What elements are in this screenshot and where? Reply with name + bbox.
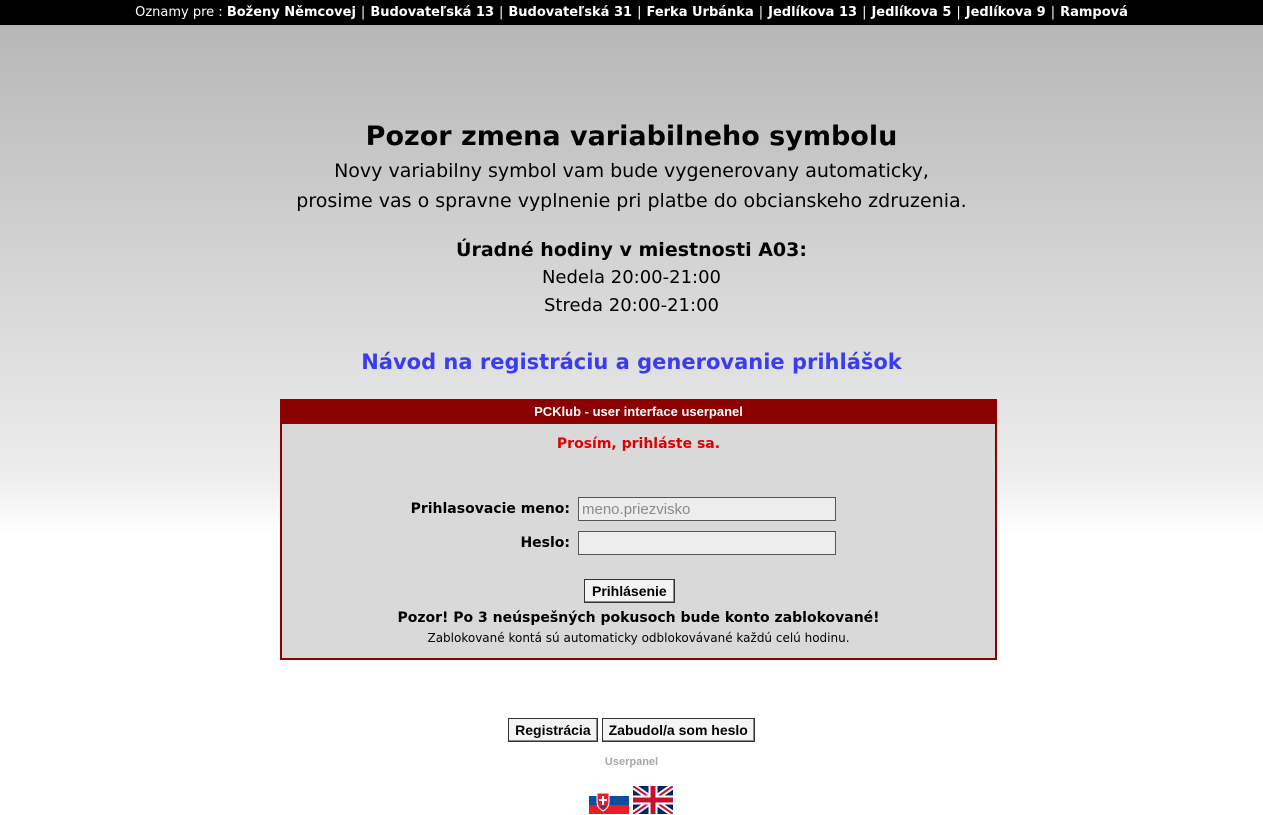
building-link[interactable]: Rampová — [1060, 5, 1128, 20]
flag-uk-icon[interactable] — [633, 786, 673, 814]
separator: | — [499, 5, 504, 20]
flag-slovakia-icon[interactable] — [589, 786, 629, 814]
footer-label: Userpanel — [604, 756, 659, 768]
password-label: Heslo: — [520, 535, 570, 551]
language-switcher — [589, 786, 675, 814]
register-button[interactable]: Registrácia — [508, 718, 598, 742]
username-input[interactable] — [578, 497, 836, 521]
building-link[interactable]: Budovateľská 13 — [370, 5, 494, 20]
building-link[interactable]: Ferka Urbánka — [646, 5, 753, 20]
separator: | — [862, 5, 867, 20]
login-button[interactable]: Prihlásenie — [584, 579, 675, 603]
login-panel-header: PCKlub - user interface userpanel — [282, 401, 995, 424]
office-hours-slot: Streda 20:00-21:00 — [544, 295, 719, 316]
registration-guide-link[interactable]: Návod na registráciu a generovanie prihl… — [0, 350, 1263, 374]
separator: | — [1050, 5, 1056, 20]
login-prompt-message: Prosím, prihláste sa. — [556, 436, 721, 452]
forgot-password-button[interactable]: Zabudol/a som heslo — [601, 718, 755, 742]
announcement-prefix: Oznamy pre : — [135, 5, 223, 20]
notice-line-2: prosime vas o spravne vyplnenie pri plat… — [296, 190, 967, 212]
announcement-bar: Oznamy pre : Boženy Němcovej | Budovateľsk… — [0, 0, 1263, 25]
office-hours-slot: Nedela 20:00-21:00 — [541, 267, 722, 288]
lockout-warning: Pozor! Po 3 neúspešných pokusoch bude ko… — [397, 610, 880, 626]
office-hours-title: Úradné hodiny v miestnosti A03: — [456, 239, 807, 261]
separator: | — [758, 5, 764, 20]
username-label: Prihlasovacie meno: — [410, 501, 570, 517]
building-link[interactable]: Jedlíkova 9 — [966, 5, 1046, 20]
notice-line-1: Novy variabilny symbol vam bude vygenero… — [334, 160, 929, 182]
separator: | — [637, 5, 642, 20]
building-link[interactable]: Budovateľská 31 — [508, 5, 632, 20]
building-link[interactable]: Boženy Němcovej — [227, 5, 356, 20]
building-link[interactable]: Jedlíkova 13 — [768, 5, 857, 20]
bottom-actions: Registrácia Zabudol/a som heslo — [0, 718, 1263, 742]
login-panel: PCKlub - user interface userpanel Prosím… — [280, 399, 997, 660]
separator: | — [360, 5, 366, 20]
notice-title: Pozor zmena variabilneho symbolu — [365, 121, 898, 152]
separator: | — [956, 5, 961, 20]
lockout-note: Zablokované kontá sú automaticky odbloko… — [427, 631, 850, 645]
password-input[interactable] — [578, 531, 836, 555]
building-link[interactable]: Jedlíkova 5 — [871, 5, 951, 20]
